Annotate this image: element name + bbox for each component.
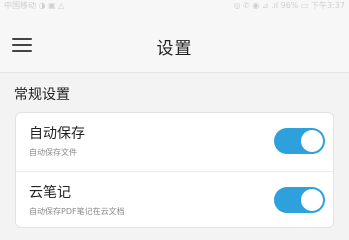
toggle-knob: [301, 130, 323, 152]
section-title: 常规设置: [14, 87, 70, 103]
cloud-notes-toggle[interactable]: [274, 187, 325, 213]
autosave-toggle[interactable]: [274, 128, 325, 154]
page-title: 设置: [156, 39, 193, 59]
toggle-knob: [301, 189, 323, 211]
settings-card: 自动保存 自动保存文件 云笔记 自动保存PDF笔记在云文档: [15, 112, 334, 228]
status-bar-right: ◎ ✆ ◉ ⊿ .ıl 96% ▭ 下午3:37: [233, 1, 345, 10]
setting-label: 自动保存: [29, 126, 85, 142]
setting-row-autosave[interactable]: 自动保存 自动保存文件: [16, 113, 333, 171]
app-bar: 设置: [0, 12, 349, 72]
header-divider: [0, 72, 349, 73]
setting-description: 自动保存PDF笔记在云文档: [29, 207, 125, 216]
status-bar: 中国移动 ◑ ▣ △ ◎ ✆ ◉ ⊿ .ıl 96% ▭ 下午3:37: [0, 0, 349, 12]
setting-label: 云笔记: [29, 185, 71, 201]
setting-description: 自动保存文件: [29, 148, 77, 157]
status-bar-left: 中国移动 ◑ ▣ △: [4, 1, 65, 10]
setting-row-cloud-notes[interactable]: 云笔记 自动保存PDF笔记在云文档: [16, 171, 333, 227]
